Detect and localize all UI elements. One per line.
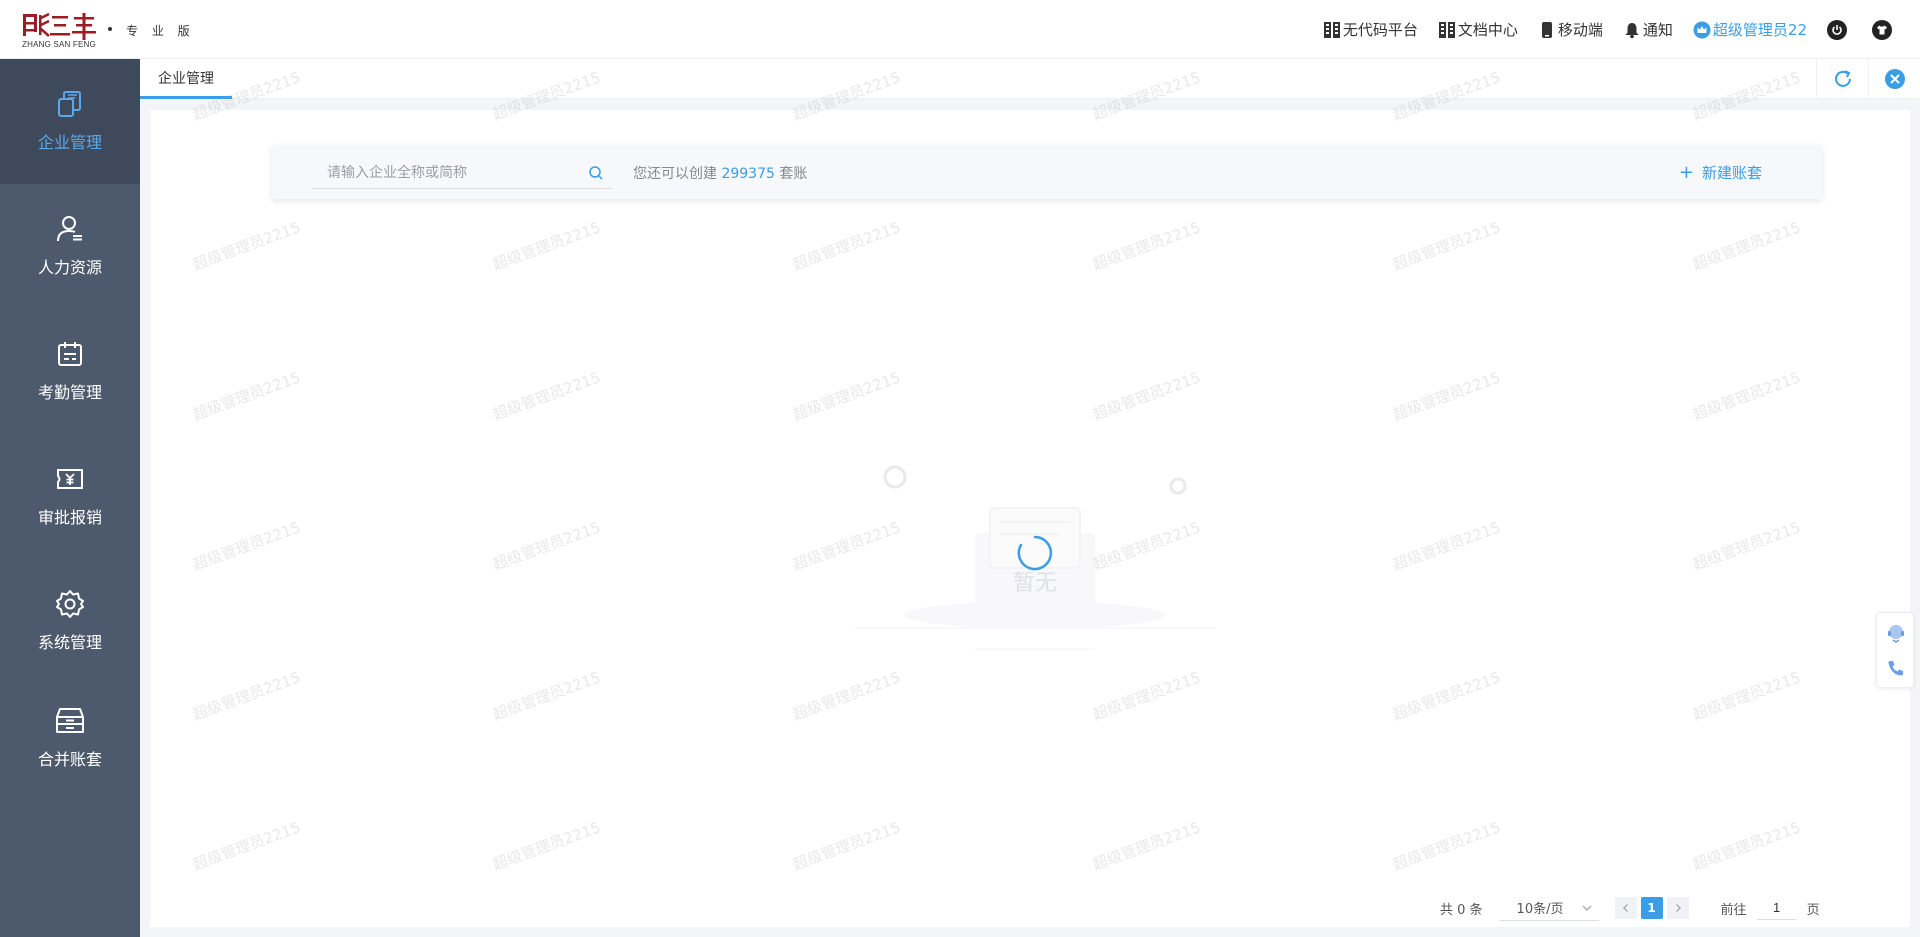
logo-mark-icon [23,12,96,40]
nav-nocode-platform[interactable]: 无代码平台 [1323,19,1418,40]
nav-mobile-label: 移动端 [1557,21,1603,39]
edition-label: 专 业 版 [126,24,195,38]
goto-prefix: 前往 [1720,902,1747,918]
goto-suffix: 页 [1806,902,1820,918]
floating-tools [1876,612,1914,688]
shirt-icon [1877,25,1887,34]
logo-text: ZHANG SAN FENG [22,40,96,49]
power-icon [1832,24,1842,35]
edition-dot [108,27,112,31]
app-logo[interactable]: ZHANG SAN FENG [22,12,98,52]
sidebar: 企业管理 人力资源 考勤管理 审批报销 系统管理 合并账套 [0,59,140,937]
sidebar-item-label: 考勤管理 [37,383,102,402]
sidebar-item-label: 审批报销 [37,508,102,527]
logout-button[interactable] [1827,19,1847,40]
chevron-right-icon [1675,904,1681,912]
quota-count: 299375 [721,166,775,182]
search-toolbar: 您还可以创建 299375 套账 + 新建账套 [272,145,1822,199]
page-size-value: 10条/页 [1516,902,1564,917]
sidebar-item-system[interactable]: 系统管理 [0,559,140,684]
top-nav: 无代码平台 文档中心 移动端 通知 超级管理员22 [1323,0,1920,59]
loading-spinner-icon [1017,535,1053,571]
user-icon [57,216,82,242]
quota-prefix: 您还可以创建 [633,166,717,182]
nav-doc-label: 文档中心 [1457,21,1518,39]
search-input[interactable] [312,155,582,189]
pagination-total: 共 0 条 [1440,902,1483,918]
close-tabs-button[interactable] [1868,59,1920,99]
nav-doc-center[interactable]: 文档中心 [1438,19,1518,40]
quota-suffix: 套账 [779,166,808,182]
nav-notifications[interactable]: 通知 [1623,19,1673,40]
archive-icon [56,708,84,733]
theme-button[interactable] [1872,19,1892,40]
chevron-down-icon [1582,905,1592,911]
sidebar-item-enterprise[interactable]: 企业管理 [0,59,140,184]
sidebar-item-approval[interactable]: 审批报销 [0,434,140,559]
sidebar-item-attendance[interactable]: 考勤管理 [0,309,140,434]
new-book-button[interactable]: + 新建账套 [1679,162,1762,183]
search-field [312,155,612,189]
sidebar-item-label: 系统管理 [37,633,102,652]
tab-enterprise[interactable]: 企业管理 [140,59,232,99]
phone-icon [1541,21,1552,38]
building-icon [1438,21,1455,38]
phone-call-icon[interactable] [1886,658,1906,678]
next-page-button[interactable] [1666,897,1689,919]
plus-icon: + [1678,161,1694,183]
empty-state-text: 暂无 [1013,571,1057,596]
pagination: 共 0 条 10条/页 1 前往 页 [1440,895,1820,921]
ticket-icon [57,469,83,489]
page-size-select[interactable]: 10条/页 [1498,895,1599,921]
nav-mobile[interactable]: 移动端 [1538,19,1603,40]
nav-notify-label: 通知 [1642,21,1673,39]
close-icon [1884,69,1905,89]
goto-page-input[interactable] [1756,896,1797,920]
sidebar-item-hr[interactable]: 人力资源 [0,184,140,309]
sidebar-item-label: 人力资源 [37,258,102,277]
copy-icon [58,91,81,117]
refresh-icon [1834,70,1851,87]
refresh-button[interactable] [1816,59,1868,99]
quota-text: 您还可以创建 299375 套账 [633,163,807,183]
support-icon[interactable] [1886,623,1906,643]
top-bar: ZHANG SAN FENG 专 业 版 无代码平台 文档中心 移动端 通知 超… [0,0,1920,59]
tab-strip: 企业管理 [140,59,1920,99]
gear-icon [56,590,84,618]
search-icon[interactable] [588,165,604,181]
user-menu[interactable]: 超级管理员22 [1693,19,1807,40]
crown-icon [1693,21,1711,38]
sidebar-item-merge[interactable]: 合并账套 [0,676,140,801]
chevron-left-icon [1622,904,1628,912]
nav-nocode-label: 无代码平台 [1342,21,1418,39]
prev-page-button[interactable] [1614,897,1637,919]
bell-icon [1625,22,1639,38]
main-panel: 您还可以创建 299375 套账 + 新建账套 暂无 共 0 条 10条/页 [150,110,1910,927]
page-number-button[interactable]: 1 [1640,897,1663,919]
calendar-icon [58,342,82,366]
building-icon [1323,21,1340,38]
sidebar-item-label: 企业管理 [37,133,102,152]
user-name: 超级管理员22 [1712,21,1807,39]
new-book-label: 新建账套 [1701,164,1762,182]
sidebar-item-label: 合并账套 [37,750,102,769]
